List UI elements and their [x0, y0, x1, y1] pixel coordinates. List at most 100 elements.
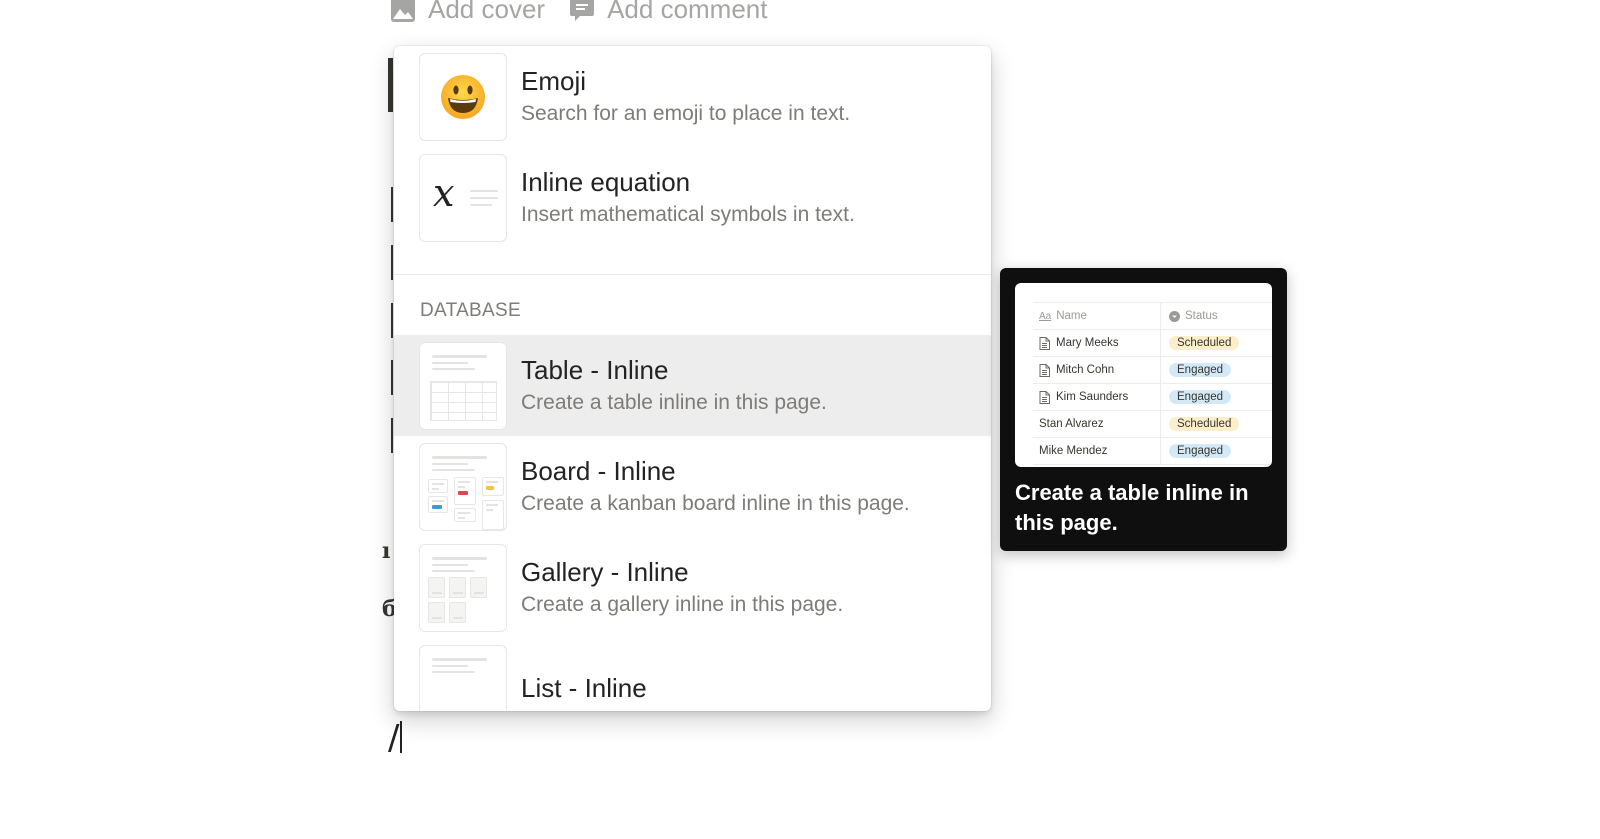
page-icon — [1039, 390, 1050, 404]
thumb-line — [432, 468, 475, 471]
thumb-line — [432, 556, 487, 560]
board-card — [428, 495, 448, 513]
editor-input-line[interactable]: / — [388, 718, 403, 758]
text-caret — [400, 721, 403, 753]
menu-item-description: Search for an emoji to place in text. — [521, 102, 851, 125]
add-comment-button[interactable]: Add comment — [569, 0, 767, 25]
thumb-line — [432, 354, 487, 358]
preview-table-row: Kim Saunders Engaged — [1033, 384, 1272, 411]
table-thumbnail-icon — [419, 341, 507, 430]
thumb-line — [432, 361, 468, 364]
slash-command-menu[interactable]: Emoji Search for an emoji to place in te… — [394, 46, 991, 711]
text-fragment — [391, 418, 393, 453]
board-card — [482, 476, 504, 496]
gallery-card — [428, 601, 445, 623]
preview-table-row: Stan Alvarez Scheduled — [1033, 411, 1272, 438]
menu-item-gallery-inline[interactable]: Gallery - Inline Create a gallery inline… — [394, 537, 991, 638]
gallery-card — [470, 576, 487, 598]
menu-item-title: List - Inline — [521, 673, 647, 703]
page-icon — [1039, 336, 1050, 350]
page-controls: Add cover Add comment — [390, 0, 767, 25]
status-cell: Scheduled — [1161, 411, 1240, 437]
gallery-card — [449, 601, 466, 623]
column-header-status: Status — [1185, 310, 1218, 322]
text-fragment — [391, 360, 393, 395]
status-badge: Scheduled — [1169, 417, 1240, 431]
add-cover-label: Add cover — [428, 0, 546, 24]
menu-item-description: Create a table inline in this page. — [521, 391, 827, 414]
select-property-icon — [1169, 310, 1180, 322]
text-fragment-glyph: ı — [382, 538, 391, 564]
menu-item-table-inline[interactable]: Table - Inline Create a table inline in … — [394, 335, 991, 436]
list-thumbnail-icon — [419, 644, 507, 711]
table-preview: Aa Name Status Mary Meeks Scheduled Mitch … — [1015, 283, 1272, 467]
equation-icon: x — [419, 153, 507, 242]
column-header-name: Name — [1056, 310, 1087, 322]
menu-item-title: Board - Inline — [521, 456, 676, 486]
text-fragment — [391, 187, 393, 222]
name-cell: Kim Saunders — [1033, 384, 1161, 410]
menu-item-description: Create a kanban board inline in this pag… — [521, 492, 910, 515]
row-name: Stan Alvarez — [1039, 418, 1104, 430]
menu-item-board-inline[interactable]: Board - Inline Create a kanban board inl… — [394, 436, 991, 537]
thumb-line — [432, 367, 475, 370]
lines-decoration — [470, 196, 498, 199]
preview-table-row: Mike Mendez Engaged — [1033, 438, 1272, 465]
tooltip-caption: Create a table inline in this page. — [1015, 480, 1249, 535]
thumb-line — [432, 455, 487, 459]
status-cell: Engaged — [1161, 384, 1232, 410]
row-name: Mike Mendez — [1039, 445, 1108, 457]
menu-scroll-area[interactable]: Emoji Search for an emoji to place in te… — [394, 46, 991, 711]
board-card — [482, 499, 504, 530]
name-cell: Mitch Cohn — [1033, 357, 1161, 383]
thumb-line — [432, 569, 475, 572]
preview-table-header: Aa Name Status — [1033, 303, 1272, 330]
gallery-card — [428, 576, 445, 598]
image-icon — [391, 0, 415, 22]
emoji-icon — [419, 52, 507, 141]
name-cell: Mary Meeks — [1033, 330, 1161, 356]
thumb-line — [432, 670, 475, 673]
preview-table: Aa Name Status Mary Meeks Scheduled Mitch … — [1033, 302, 1272, 465]
status-cell: Engaged — [1161, 357, 1232, 383]
page-title-fragment — [388, 58, 393, 112]
board-thumbnail-icon — [419, 442, 507, 531]
row-name: Mary Meeks — [1056, 337, 1119, 349]
row-name: Kim Saunders — [1056, 391, 1129, 403]
menu-item-title: Table - Inline — [521, 355, 669, 385]
name-cell: Mike Mendez — [1033, 438, 1161, 464]
menu-item-title: Emoji — [521, 66, 587, 96]
add-cover-button[interactable]: Add cover — [390, 0, 545, 25]
lines-decoration — [470, 203, 492, 206]
add-comment-label: Add comment — [607, 0, 768, 24]
menu-item-title: Gallery - Inline — [521, 557, 689, 587]
status-cell: Engaged — [1161, 438, 1232, 464]
board-card — [454, 507, 476, 522]
menu-item-list-inline[interactable]: List - Inline — [394, 638, 991, 711]
thumb-line — [432, 664, 468, 667]
row-name: Mitch Cohn — [1056, 364, 1115, 376]
smiley-face-icon — [441, 74, 485, 119]
menu-item-description: Insert mathematical symbols in text. — [521, 203, 855, 226]
preview-table-row: Mitch Cohn Engaged — [1033, 357, 1272, 384]
menu-item-inline-equation[interactable]: x Inline equation Insert mathematical sy… — [394, 147, 991, 248]
page-icon — [1039, 363, 1050, 377]
board-card — [428, 478, 448, 493]
thumb-line — [432, 462, 468, 465]
status-badge: Engaged — [1169, 444, 1232, 458]
name-cell: Stan Alvarez — [1033, 411, 1161, 437]
math-x-glyph: x — [433, 170, 455, 215]
section-label-database: DATABASE — [420, 300, 521, 321]
status-badge: Scheduled — [1169, 336, 1240, 350]
table-grid — [430, 380, 497, 421]
menu-item-emoji[interactable]: Emoji Search for an emoji to place in te… — [394, 46, 991, 147]
menu-item-description: Create a gallery inline in this page. — [521, 593, 844, 616]
board-card — [454, 476, 476, 505]
slash-command-text: / — [388, 718, 400, 758]
gallery-thumbnail-icon — [419, 543, 507, 632]
status-badge: Engaged — [1169, 363, 1232, 377]
preview-tooltip: Aa Name Status Mary Meeks Scheduled Mitch … — [1000, 268, 1287, 551]
page: Add cover Add comment ı б / Emoji Search… — [0, 0, 1600, 839]
status-cell: Scheduled — [1161, 330, 1240, 356]
status-badge: Engaged — [1169, 390, 1232, 404]
